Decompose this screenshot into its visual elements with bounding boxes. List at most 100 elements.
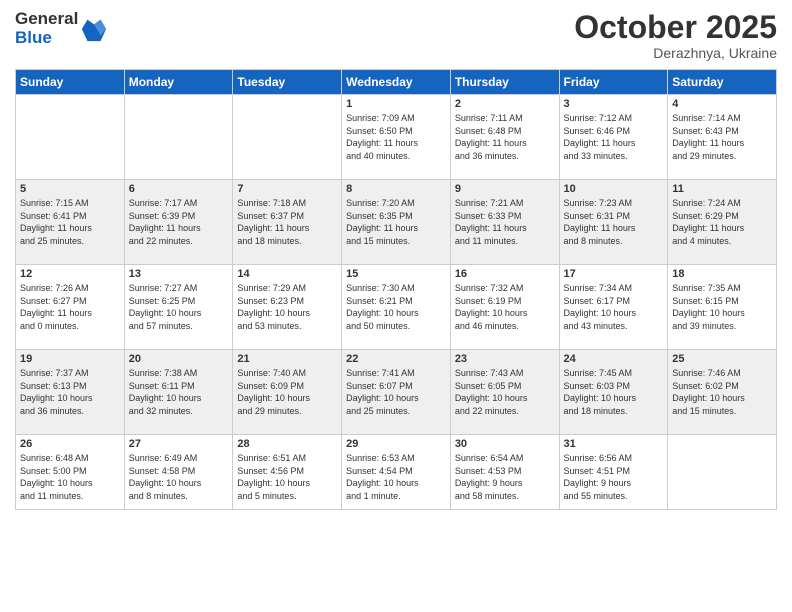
day-info: Sunrise: 7:17 AMSunset: 6:39 PMDaylight:… — [129, 197, 229, 247]
calendar-cell: 1 Sunrise: 7:09 AMSunset: 6:50 PMDaylight… — [342, 95, 451, 180]
day-info: Sunrise: 7:46 AMSunset: 6:02 PMDaylight:… — [672, 367, 772, 417]
day-number: 17 — [564, 268, 664, 280]
day-info: Sunrise: 6:54 AMSunset: 4:53 PMDaylight:… — [455, 452, 555, 502]
location: Derazhnya, Ukraine — [574, 45, 777, 61]
day-info: Sunrise: 6:49 AMSunset: 4:58 PMDaylight:… — [129, 452, 229, 502]
day-info: Sunrise: 7:11 AMSunset: 6:48 PMDaylight:… — [455, 112, 555, 162]
calendar-cell: 17Sunrise: 7:34 AMSunset: 6:17 PMDayligh… — [559, 265, 668, 350]
day-info: Sunrise: 7:38 AMSunset: 6:11 PMDaylight:… — [129, 367, 229, 417]
calendar-cell: 9 Sunrise: 7:21 AMSunset: 6:33 PMDaylight… — [450, 180, 559, 265]
day-info: Sunrise: 7:12 AMSunset: 6:46 PMDaylight:… — [564, 112, 664, 162]
calendar-cell: 31 Sunrise: 6:56 AMSunset: 4:51 PMDayligh… — [559, 435, 668, 510]
header-sunday: Sunday — [16, 70, 125, 95]
calendar-cell: 6 Sunrise: 7:17 AMSunset: 6:39 PMDaylight… — [124, 180, 233, 265]
logo-blue: Blue — [15, 29, 78, 48]
day-number: 14 — [237, 268, 337, 280]
day-number: 6 — [129, 183, 229, 195]
header: General Blue October 2025 Derazhnya, Ukr… — [15, 10, 777, 61]
calendar-cell: 10 Sunrise: 7:23 AMSunset: 6:31 PMDayligh… — [559, 180, 668, 265]
day-number: 8 — [346, 183, 446, 195]
logo-general: General — [15, 10, 78, 29]
calendar-cell: 23 Sunrise: 7:43 AMSunset: 6:05 PMDayligh… — [450, 350, 559, 435]
day-number: 25 — [672, 353, 772, 365]
day-info: Sunrise: 7:18 AMSunset: 6:37 PMDaylight:… — [237, 197, 337, 247]
logo: General Blue — [15, 10, 108, 47]
calendar-cell: 16 Sunrise: 7:32 AMSunset: 6:19 PMDayligh… — [450, 265, 559, 350]
day-info: Sunrise: 7:23 AMSunset: 6:31 PMDaylight:… — [564, 197, 664, 247]
calendar-cell: 24 Sunrise: 7:45 AMSunset: 6:03 PMDayligh… — [559, 350, 668, 435]
calendar-cell: 4 Sunrise: 7:14 AMSunset: 6:43 PMDaylight… — [668, 95, 777, 180]
logo-icon — [80, 15, 108, 43]
day-info: Sunrise: 7:26 AMSunset: 6:27 PMDaylight:… — [20, 282, 120, 332]
header-monday: Monday — [124, 70, 233, 95]
calendar-cell: 3Sunrise: 7:12 AMSunset: 6:46 PMDaylight… — [559, 95, 668, 180]
calendar-cell: 26 Sunrise: 6:48 AMSunset: 5:00 PMDayligh… — [16, 435, 125, 510]
day-info: Sunrise: 7:21 AMSunset: 6:33 PMDaylight:… — [455, 197, 555, 247]
calendar-cell: 15 Sunrise: 7:30 AMSunset: 6:21 PMDayligh… — [342, 265, 451, 350]
header-friday: Friday — [559, 70, 668, 95]
calendar-cell: 29 Sunrise: 6:53 AMSunset: 4:54 PMDayligh… — [342, 435, 451, 510]
day-info: Sunrise: 7:37 AMSunset: 6:13 PMDaylight:… — [20, 367, 120, 417]
calendar-cell: 19 Sunrise: 7:37 AMSunset: 6:13 PMDayligh… — [16, 350, 125, 435]
day-number: 11 — [672, 183, 772, 195]
calendar-cell: 13Sunrise: 7:27 AMSunset: 6:25 PMDayligh… — [124, 265, 233, 350]
calendar-cell: 18Sunrise: 7:35 AMSunset: 6:15 PMDayligh… — [668, 265, 777, 350]
day-number: 31 — [564, 438, 664, 450]
calendar-week-5: 26 Sunrise: 6:48 AMSunset: 5:00 PMDayligh… — [16, 435, 777, 510]
day-number: 2 — [455, 98, 555, 110]
day-number: 18 — [672, 268, 772, 280]
day-info: Sunrise: 7:09 AMSunset: 6:50 PMDaylight:… — [346, 112, 446, 162]
day-number: 22 — [346, 353, 446, 365]
page: General Blue October 2025 Derazhnya, Ukr… — [0, 0, 792, 612]
calendar-cell: 30 Sunrise: 6:54 AMSunset: 4:53 PMDayligh… — [450, 435, 559, 510]
day-info: Sunrise: 7:29 AMSunset: 6:23 PMDaylight:… — [237, 282, 337, 332]
day-number: 1 — [346, 98, 446, 110]
day-number: 26 — [20, 438, 120, 450]
calendar-cell: 27Sunrise: 6:49 AMSunset: 4:58 PMDayligh… — [124, 435, 233, 510]
calendar-cell: 2 Sunrise: 7:11 AMSunset: 6:48 PMDaylight… — [450, 95, 559, 180]
day-info: Sunrise: 7:45 AMSunset: 6:03 PMDaylight:… — [564, 367, 664, 417]
day-info: Sunrise: 6:48 AMSunset: 5:00 PMDaylight:… — [20, 452, 120, 502]
day-info: Sunrise: 7:14 AMSunset: 6:43 PMDaylight:… — [672, 112, 772, 162]
calendar-cell: 12 Sunrise: 7:26 AMSunset: 6:27 PMDayligh… — [16, 265, 125, 350]
day-info: Sunrise: 6:56 AMSunset: 4:51 PMDaylight:… — [564, 452, 664, 502]
day-number: 10 — [564, 183, 664, 195]
calendar-cell: 8 Sunrise: 7:20 AMSunset: 6:35 PMDaylight… — [342, 180, 451, 265]
header-saturday: Saturday — [668, 70, 777, 95]
calendar-cell: 21Sunrise: 7:40 AMSunset: 6:09 PMDayligh… — [233, 350, 342, 435]
day-info: Sunrise: 7:41 AMSunset: 6:07 PMDaylight:… — [346, 367, 446, 417]
calendar: Sunday Monday Tuesday Wednesday Thursday… — [15, 69, 777, 510]
title-section: October 2025 Derazhnya, Ukraine — [574, 10, 777, 61]
day-number: 15 — [346, 268, 446, 280]
day-info: Sunrise: 7:20 AMSunset: 6:35 PMDaylight:… — [346, 197, 446, 247]
calendar-cell: 7 Sunrise: 7:18 AMSunset: 6:37 PMDaylight… — [233, 180, 342, 265]
day-number: 7 — [237, 183, 337, 195]
day-number: 23 — [455, 353, 555, 365]
calendar-week-1: 1 Sunrise: 7:09 AMSunset: 6:50 PMDaylight… — [16, 95, 777, 180]
header-thursday: Thursday — [450, 70, 559, 95]
day-number: 20 — [129, 353, 229, 365]
day-number: 4 — [672, 98, 772, 110]
day-number: 5 — [20, 183, 120, 195]
calendar-week-3: 12 Sunrise: 7:26 AMSunset: 6:27 PMDayligh… — [16, 265, 777, 350]
calendar-week-2: 5Sunrise: 7:15 AMSunset: 6:41 PMDaylight… — [16, 180, 777, 265]
calendar-cell — [16, 95, 125, 180]
calendar-cell — [668, 435, 777, 510]
day-number: 19 — [20, 353, 120, 365]
day-number: 9 — [455, 183, 555, 195]
day-info: Sunrise: 7:32 AMSunset: 6:19 PMDaylight:… — [455, 282, 555, 332]
day-info: Sunrise: 7:30 AMSunset: 6:21 PMDaylight:… — [346, 282, 446, 332]
day-number: 16 — [455, 268, 555, 280]
day-number: 12 — [20, 268, 120, 280]
calendar-cell — [233, 95, 342, 180]
logo-text: General Blue — [15, 10, 78, 47]
calendar-cell: 20 Sunrise: 7:38 AMSunset: 6:11 PMDayligh… — [124, 350, 233, 435]
day-info: Sunrise: 6:53 AMSunset: 4:54 PMDaylight:… — [346, 452, 446, 502]
day-number: 28 — [237, 438, 337, 450]
day-number: 24 — [564, 353, 664, 365]
calendar-cell: 11Sunrise: 7:24 AMSunset: 6:29 PMDayligh… — [668, 180, 777, 265]
day-number: 30 — [455, 438, 555, 450]
day-number: 21 — [237, 353, 337, 365]
day-number: 29 — [346, 438, 446, 450]
day-info: Sunrise: 7:43 AMSunset: 6:05 PMDaylight:… — [455, 367, 555, 417]
